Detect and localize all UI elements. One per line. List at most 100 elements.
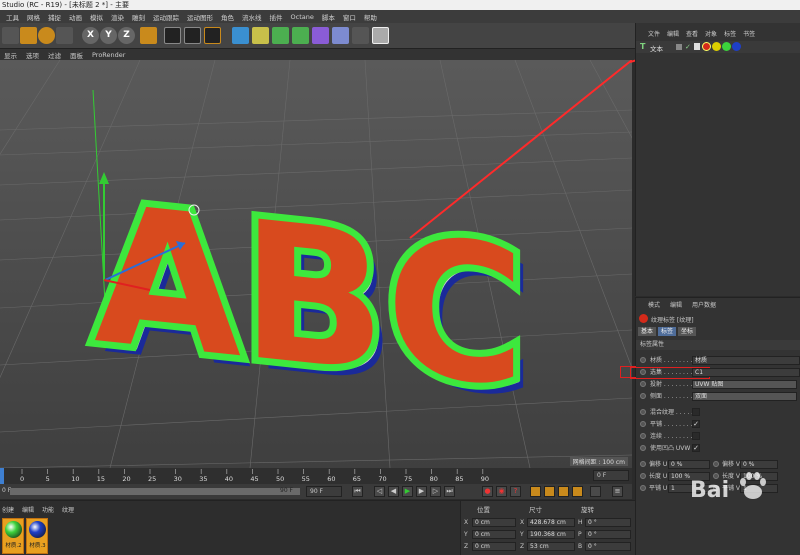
previous-frame-icon[interactable]: ◀ [388,486,399,497]
axis-y-button[interactable]: Y [100,27,117,44]
go-to-start-icon[interactable]: ⏮ [352,486,363,497]
axis-x-button[interactable]: X [82,27,99,44]
material-tag-yellow-icon[interactable] [712,42,721,51]
attribute-value[interactable]: UVW 贴图 [692,380,797,389]
go-to-end-icon[interactable]: ⏭ [444,486,455,497]
radio-icon[interactable] [640,369,646,375]
axis-z-button[interactable]: Z [118,27,135,44]
move-tool-icon[interactable] [20,27,37,44]
undo-icon[interactable] [2,27,19,44]
floor-icon[interactable] [332,27,349,44]
material-tag-red-icon[interactable] [702,42,711,51]
checkbox[interactable]: ✓ [692,444,700,452]
checkbox[interactable]: ✓ [692,420,700,428]
key-pla-icon[interactable] [590,486,601,497]
visibility-dot-icon[interactable] [676,44,682,50]
radio-icon[interactable] [713,461,719,467]
radio-icon[interactable] [640,421,646,427]
light-icon[interactable] [372,27,389,44]
menu-item[interactable]: 雕刻 [132,12,145,22]
render-view-icon[interactable] [164,27,181,44]
menu-item[interactable]: 插件 [270,12,283,22]
menu-item[interactable]: 网格 [27,12,40,22]
radio-icon[interactable] [640,393,646,399]
radio-icon[interactable] [640,445,646,451]
attribute-tab[interactable]: 基本 [638,327,657,336]
material-menu-item[interactable]: 编辑 [22,505,34,514]
menu-item[interactable]: Octane [291,13,314,21]
checkbox-row[interactable]: 使用凹凸 UVW ✓ [636,443,800,454]
position-field[interactable]: 0 cm [472,542,516,551]
checkbox[interactable] [692,408,700,416]
viewport-menu-item[interactable]: 选项 [26,50,39,60]
select-arrow-icon[interactable] [56,27,73,44]
menu-item[interactable]: 工具 [6,12,19,22]
object-row-text[interactable]: T 文本 ✓ [636,41,800,53]
attributes-menu-item[interactable]: 用户数据 [692,300,716,310]
attribute-value[interactable]: C1 [692,368,800,377]
radio-icon[interactable] [640,357,646,363]
attribute-value[interactable]: 双面 [692,392,797,401]
attribute-row[interactable]: 侧面 . . . . . . . . . 双面 [636,391,800,402]
previous-key-icon[interactable]: ◁ [374,486,385,497]
attribute-tab[interactable]: 坐标 [678,327,697,336]
end-frame-field[interactable]: 90 F [306,486,342,497]
menu-item[interactable]: 窗口 [343,12,356,22]
attribute-tab[interactable]: 标签 [658,327,677,336]
object-manager-menu-item[interactable]: 标签 [724,29,736,39]
radio-icon[interactable] [640,433,646,439]
frame-range-slider[interactable] [10,488,300,495]
cube-icon[interactable] [232,27,249,44]
radio-icon[interactable] [640,485,646,491]
timeline-ruler[interactable]: 0 5 10 15 20 25 30 35 40 45 50 55 60 65 70 75 80 85 90 0 F [0,468,632,484]
viewport-menu-item[interactable]: 面板 [70,50,83,60]
object-manager-menu-item[interactable]: 对象 [705,29,717,39]
size-field[interactable]: 428.678 cm [527,518,575,527]
current-frame-field[interactable]: 0 F [593,470,629,481]
abc-3d-text[interactable]: ABC ABC ABC ABC [87,156,535,441]
enabled-check-icon[interactable]: ✓ [685,43,691,51]
cloner-icon[interactable] [292,27,309,44]
position-field[interactable]: 0 cm [472,518,516,527]
menu-item[interactable]: 模拟 [90,12,103,22]
timeline-menu-icon[interactable]: ≡ [612,486,623,497]
offset-value[interactable]: 0 % [668,460,710,469]
menu-item[interactable]: 运动跟踪 [153,12,179,22]
menu-item[interactable]: 流水线 [242,12,262,22]
material-swatch[interactable]: 材质.2 [2,518,24,554]
rotation-field[interactable]: 0 ° [585,530,631,539]
size-field[interactable]: 53 cm [527,542,575,551]
deformer-icon[interactable] [312,27,329,44]
key-parameter-icon[interactable] [572,486,583,497]
key-position-icon[interactable] [530,486,541,497]
keyframe-selection-icon[interactable]: ? [510,486,521,497]
object-manager-menu-item[interactable]: 查看 [686,29,698,39]
rotate-tool-icon[interactable] [38,27,55,44]
rotation-field[interactable]: 0 ° [585,542,631,551]
material-menu-item[interactable]: 纹理 [62,505,74,514]
attributes-menu-item[interactable]: 模式 [648,300,660,310]
camera-icon[interactable] [352,27,369,44]
material-swatch[interactable]: 材质.3 [26,518,48,554]
record-keys-icon[interactable]: ● [482,486,493,497]
radio-icon[interactable] [640,461,646,467]
radio-icon[interactable] [640,409,646,415]
key-rotation-icon[interactable] [558,486,569,497]
viewport-menu-item[interactable]: 过滤 [48,50,61,60]
attribute-row[interactable]: 选集 . . . . . . . . . C1 [636,367,800,378]
next-frame-icon[interactable]: ▶ [416,486,427,497]
next-key-icon[interactable]: ▷ [430,486,441,497]
material-menu-item[interactable]: 创建 [2,505,14,514]
rotation-field[interactable]: 0 ° [585,518,631,527]
render-picture-viewer-icon[interactable] [184,27,201,44]
radio-icon[interactable] [640,473,646,479]
render-settings-icon[interactable] [204,27,221,44]
play-icon[interactable]: ▶ [402,486,413,497]
checkbox-row[interactable]: 平铺 . . . . . . . . . ✓ [636,419,800,430]
attribute-value[interactable]: 材质 [692,356,800,365]
menu-item[interactable]: 渲染 [111,12,124,22]
menu-item[interactable]: 捕捉 [48,12,61,22]
checkbox[interactable] [692,432,700,440]
menu-item[interactable]: 角色 [221,12,234,22]
size-field[interactable]: 190.368 cm [527,530,575,539]
